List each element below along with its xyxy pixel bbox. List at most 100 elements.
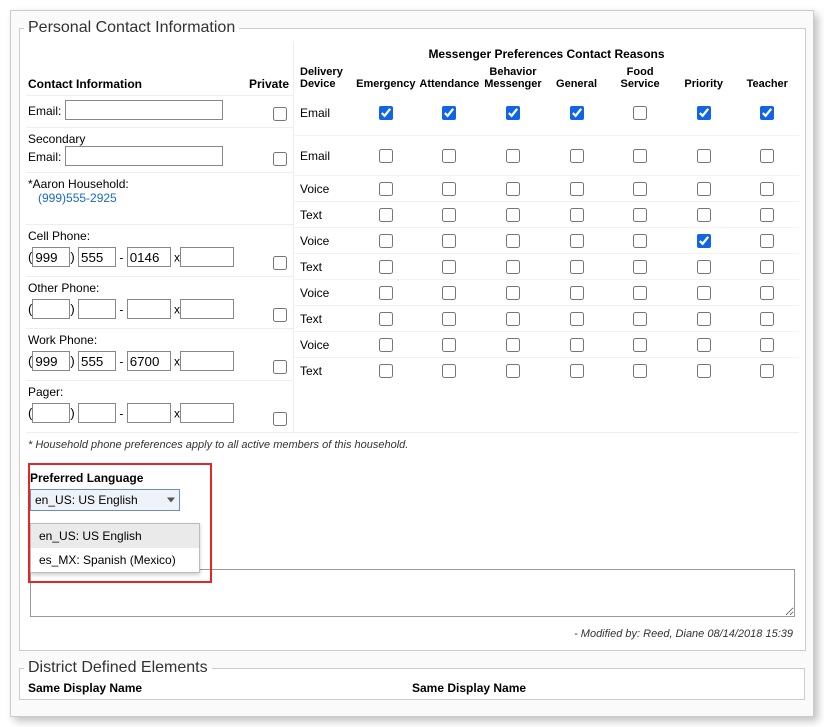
pref-checkbox[interactable]: [379, 364, 393, 378]
pref-checkbox[interactable]: [633, 312, 647, 326]
pref-checkbox[interactable]: [633, 364, 647, 378]
pref-checkbox[interactable]: [379, 106, 393, 120]
pref-checkbox[interactable]: [570, 106, 584, 120]
pref-checkbox[interactable]: [506, 312, 520, 326]
pref-checkbox[interactable]: [760, 149, 774, 163]
secondary-email-input[interactable]: [65, 146, 223, 166]
email-input[interactable]: [65, 100, 223, 120]
work-ext[interactable]: [180, 351, 234, 371]
preferred-language-select[interactable]: en_US: US English: [30, 489, 180, 511]
pref-checkbox[interactable]: [379, 260, 393, 274]
pref-checkbox[interactable]: [506, 106, 520, 120]
pref-checkbox[interactable]: [442, 260, 456, 274]
pref-checkbox[interactable]: [506, 182, 520, 196]
pager-ext[interactable]: [180, 403, 234, 423]
pref-checkbox[interactable]: [633, 260, 647, 274]
pref-checkbox[interactable]: [442, 234, 456, 248]
pref-checkbox[interactable]: [697, 312, 711, 326]
pref-checkbox[interactable]: [506, 260, 520, 274]
pref-checkbox[interactable]: [379, 234, 393, 248]
pref-checkbox[interactable]: [506, 149, 520, 163]
work-prefix[interactable]: [78, 351, 116, 371]
pref-checkbox[interactable]: [697, 106, 711, 120]
cell-private-checkbox[interactable]: [273, 256, 287, 270]
pref-checkbox[interactable]: [442, 364, 456, 378]
pref-checkbox[interactable]: [633, 182, 647, 196]
pref-checkbox[interactable]: [760, 106, 774, 120]
language-option[interactable]: es_MX: Spanish (Mexico): [31, 548, 199, 572]
pref-checkbox[interactable]: [760, 260, 774, 274]
pref-checkbox[interactable]: [570, 338, 584, 352]
pref-checkbox[interactable]: [633, 208, 647, 222]
pref-checkbox[interactable]: [442, 286, 456, 300]
cell-ext[interactable]: [180, 247, 234, 267]
pref-checkbox[interactable]: [697, 286, 711, 300]
email-private-checkbox[interactable]: [273, 107, 287, 121]
pref-checkbox[interactable]: [633, 286, 647, 300]
pref-checkbox[interactable]: [760, 312, 774, 326]
other-prefix[interactable]: [78, 299, 116, 319]
pref-checkbox[interactable]: [697, 260, 711, 274]
pref-checkbox[interactable]: [506, 286, 520, 300]
pager-line[interactable]: [127, 403, 171, 423]
pref-checkbox[interactable]: [570, 286, 584, 300]
pref-checkbox[interactable]: [379, 208, 393, 222]
pref-checkbox[interactable]: [570, 364, 584, 378]
pref-checkbox[interactable]: [379, 312, 393, 326]
pref-checkbox[interactable]: [506, 338, 520, 352]
pref-checkbox[interactable]: [570, 234, 584, 248]
work-area[interactable]: [32, 351, 70, 371]
modified-by-text: - Modified by: Reed, Diane 08/14/2018 15…: [26, 624, 799, 640]
pref-checkbox[interactable]: [506, 208, 520, 222]
other-area[interactable]: [32, 299, 70, 319]
pref-checkbox[interactable]: [442, 106, 456, 120]
pref-checkbox[interactable]: [379, 149, 393, 163]
pager-prefix[interactable]: [78, 403, 116, 423]
pref-checkbox[interactable]: [379, 286, 393, 300]
pref-checkbox[interactable]: [570, 312, 584, 326]
pref-checkbox[interactable]: [697, 208, 711, 222]
pref-checkbox[interactable]: [697, 338, 711, 352]
pref-checkbox[interactable]: [633, 106, 647, 120]
pref-checkbox[interactable]: [697, 234, 711, 248]
pref-checkbox[interactable]: [633, 149, 647, 163]
pref-checkbox[interactable]: [379, 182, 393, 196]
pref-checkbox[interactable]: [633, 234, 647, 248]
pref-checkbox[interactable]: [760, 234, 774, 248]
notes-textarea[interactable]: [30, 569, 795, 617]
pref-checkbox[interactable]: [760, 338, 774, 352]
pref-checkbox[interactable]: [760, 286, 774, 300]
pref-checkbox[interactable]: [442, 338, 456, 352]
household-phone-link[interactable]: (999)555-2925: [38, 191, 117, 205]
pref-checkbox[interactable]: [697, 182, 711, 196]
pref-checkbox[interactable]: [697, 364, 711, 378]
pref-checkbox[interactable]: [442, 182, 456, 196]
cell-prefix[interactable]: [78, 247, 116, 267]
pager-area[interactable]: [32, 403, 70, 423]
language-option[interactable]: en_US: US English: [31, 524, 199, 548]
pref-checkbox[interactable]: [570, 182, 584, 196]
other-line[interactable]: [127, 299, 171, 319]
work-private-checkbox[interactable]: [273, 360, 287, 374]
pref-checkbox[interactable]: [442, 208, 456, 222]
other-private-checkbox[interactable]: [273, 308, 287, 322]
pref-checkbox[interactable]: [633, 338, 647, 352]
pref-checkbox[interactable]: [697, 149, 711, 163]
pref-checkbox[interactable]: [760, 208, 774, 222]
pref-checkbox[interactable]: [570, 208, 584, 222]
pref-checkbox[interactable]: [379, 338, 393, 352]
secondary-email-private-checkbox[interactable]: [273, 152, 287, 166]
pref-checkbox[interactable]: [442, 149, 456, 163]
work-line[interactable]: [127, 351, 171, 371]
pref-checkbox[interactable]: [506, 234, 520, 248]
pref-checkbox[interactable]: [760, 182, 774, 196]
cell-area[interactable]: [32, 247, 70, 267]
cell-line[interactable]: [127, 247, 171, 267]
other-ext[interactable]: [180, 299, 234, 319]
pref-checkbox[interactable]: [506, 364, 520, 378]
pref-checkbox[interactable]: [570, 260, 584, 274]
pref-checkbox[interactable]: [760, 364, 774, 378]
pref-checkbox[interactable]: [442, 312, 456, 326]
pref-checkbox[interactable]: [570, 149, 584, 163]
pager-private-checkbox[interactable]: [273, 412, 287, 426]
